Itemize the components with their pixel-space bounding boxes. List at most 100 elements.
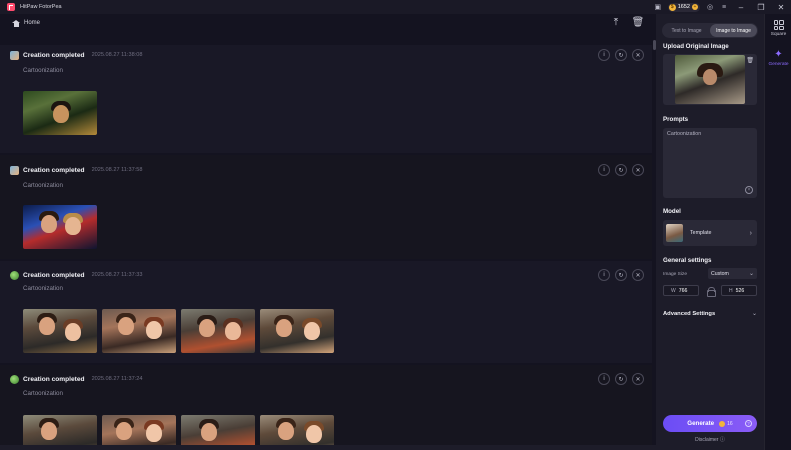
coin-icon	[719, 420, 726, 427]
add-coins-icon[interactable]: +	[692, 4, 698, 10]
creation-card: Creation completed 2025.08.27 11:38:08 i…	[0, 45, 652, 153]
card-timestamp: 2025.08.27 11:37:33	[91, 272, 143, 278]
delete-icon[interactable]: ✕	[632, 373, 644, 385]
card-label: Cartoonization	[23, 67, 63, 74]
delete-icon[interactable]: ✕	[632, 164, 644, 176]
info-icon[interactable]: i	[598, 49, 610, 61]
feed-horizontal-scrollbar[interactable]	[0, 445, 656, 450]
task-icon	[10, 165, 19, 175]
disclaimer-link[interactable]: Disclaimer ⓘ	[656, 436, 764, 443]
regenerate-icon[interactable]: ↻	[615, 269, 627, 281]
coin-icon: $	[668, 3, 676, 11]
regenerate-icon[interactable]: ↻	[615, 164, 627, 176]
tab-image-to-image[interactable]: Image to Image	[710, 24, 757, 37]
card-timestamp: 2025.08.27 11:38:08	[91, 52, 143, 58]
card-label: Cartoonization	[23, 182, 63, 189]
upload-heading: Upload Original Image	[663, 43, 729, 50]
card-timestamp: 2025.08.27 11:37:24	[91, 376, 143, 382]
chevron-down-icon: ⌄	[751, 311, 757, 317]
prompts-heading: Prompts	[663, 116, 689, 123]
height-key: H	[729, 287, 733, 294]
tab-text-to-image[interactable]: Text to Image	[663, 24, 710, 37]
settings-panel: Text to Image Image to Image Upload Orig…	[656, 14, 764, 450]
image-size-value: Custom	[711, 270, 729, 277]
height-value: 526	[735, 287, 745, 294]
restore-button[interactable]: ❐	[751, 0, 771, 14]
result-image[interactable]	[181, 309, 255, 353]
result-image[interactable]	[23, 91, 97, 135]
card-label: Cartoonization	[23, 390, 63, 397]
task-icon	[10, 50, 19, 60]
app-title: HitPaw FotorPea	[20, 4, 62, 10]
close-button[interactable]: ✕	[771, 0, 791, 14]
title-bar: HitPaw FotorPea ▣ $ 1652 + ◎ ≡ – ❐ ✕	[0, 0, 791, 14]
mode-switch: Text to Image Image to Image	[662, 23, 758, 38]
result-image[interactable]	[102, 415, 176, 445]
result-image[interactable]	[181, 415, 255, 445]
result-image[interactable]	[102, 309, 176, 353]
coin-balance[interactable]: $ 1652 +	[667, 2, 700, 12]
generate-label: Generate	[687, 420, 715, 427]
result-image[interactable]	[260, 415, 334, 445]
result-image[interactable]	[23, 309, 97, 353]
image-size-select[interactable]: Custom ⌄	[708, 268, 757, 279]
task-icon	[10, 374, 19, 384]
model-name: Template	[690, 230, 712, 236]
delete-icon[interactable]: ✕	[632, 269, 644, 281]
model-thumbnail	[666, 224, 683, 242]
menu-icon[interactable]: ≡	[717, 0, 731, 14]
home-label: Home	[24, 20, 41, 26]
image-size-label: Image Size	[663, 272, 687, 277]
advanced-settings-toggle[interactable]: Advanced Settings ⌄	[663, 310, 757, 318]
advanced-settings-label: Advanced Settings	[663, 310, 716, 317]
account-icon[interactable]: ◎	[703, 0, 717, 14]
result-image[interactable]	[23, 205, 97, 249]
rail-item-generate[interactable]: ✦ Generate	[765, 50, 791, 68]
grid-icon	[773, 20, 784, 30]
delete-icon[interactable]: ✕	[632, 49, 644, 61]
card-label: Cartoonization	[23, 285, 63, 292]
chevron-down-icon: ⌄	[748, 271, 754, 277]
result-image[interactable]	[260, 309, 334, 353]
generate-button[interactable]: Generate 16 ?	[663, 415, 757, 432]
chevron-right-icon: ›	[749, 229, 752, 237]
history-feed: Creation completed 2025.08.27 11:38:08 i…	[0, 32, 656, 445]
generate-cost: 16	[727, 420, 733, 427]
model-heading: Model	[663, 208, 681, 215]
info-icon[interactable]: i	[598, 269, 610, 281]
rail-item-square[interactable]: Square	[765, 20, 791, 37]
aspect-lock-icon[interactable]	[707, 287, 716, 297]
upload-area[interactable]: 🗑︎	[663, 54, 757, 105]
task-icon	[10, 270, 19, 280]
info-icon[interactable]: i	[598, 373, 610, 385]
top-bar: Home ⤒ 🗑︎	[0, 14, 656, 32]
home-button[interactable]: Home	[12, 19, 41, 27]
clear-prompt-icon[interactable]: ×	[745, 186, 753, 194]
height-field[interactable]: H 526	[721, 285, 757, 296]
general-settings-heading: General settings	[663, 257, 712, 264]
width-key: W	[671, 287, 676, 294]
card-title: Creation completed	[23, 271, 85, 279]
prompt-input[interactable]: Cartoonization ×	[663, 128, 757, 198]
prompt-text: Cartoonization	[667, 131, 702, 137]
width-field[interactable]: W 766	[663, 285, 699, 296]
right-rail: Square ✦ Generate	[764, 14, 791, 450]
card-title: Creation completed	[23, 375, 85, 383]
info-icon: ⓘ	[719, 437, 725, 443]
creation-card: Creation completed 2025.08.27 11:37:58 i…	[0, 155, 652, 259]
rail-label: Square	[770, 32, 787, 37]
regenerate-icon[interactable]: ↻	[615, 49, 627, 61]
original-image-preview	[675, 55, 745, 104]
info-icon[interactable]: i	[598, 164, 610, 176]
model-selector[interactable]: Template ›	[663, 220, 757, 246]
help-icon[interactable]: ?	[745, 420, 752, 427]
width-value: 766	[678, 287, 688, 294]
minimize-button[interactable]: –	[731, 0, 751, 14]
export-icon[interactable]: ⤒	[610, 16, 622, 28]
result-image[interactable]	[23, 415, 97, 445]
clear-all-icon[interactable]: 🗑︎	[632, 16, 645, 28]
remove-image-icon[interactable]: 🗑︎	[746, 57, 754, 64]
card-title: Creation completed	[23, 166, 85, 174]
regenerate-icon[interactable]: ↻	[615, 373, 627, 385]
gallery-icon[interactable]: ▣	[651, 0, 665, 14]
